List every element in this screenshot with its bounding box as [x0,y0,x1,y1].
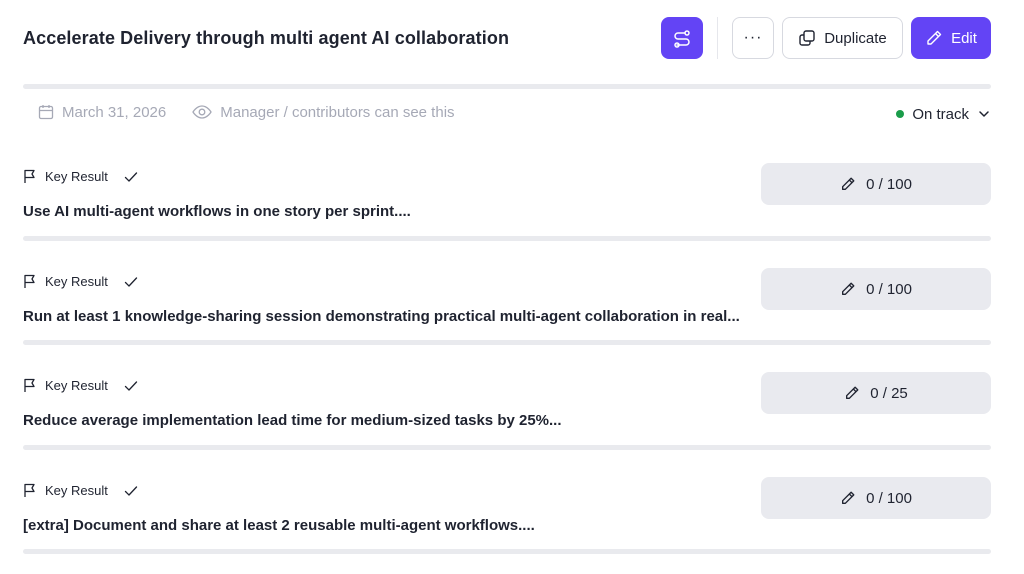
key-result-tag: Key Result [23,274,138,289]
pencil-icon [842,282,855,295]
eye-icon [192,105,212,119]
flag-icon [24,378,35,392]
pencil-icon [842,491,855,504]
duplicate-button[interactable]: Duplicate [782,17,903,59]
progress-value: 0 / 100 [866,489,912,507]
objective-meta: March 31, 2026 Manager / contributors ca… [38,100,455,124]
progress-value: 0 / 25 [870,384,908,402]
actions-divider [717,17,718,59]
key-result-item: Key Result Reduce average implementation… [23,372,991,452]
update-progress-button[interactable]: 0 / 100 [761,163,991,205]
flag-icon [24,483,35,497]
key-result-title[interactable]: Run at least 1 knowledge-sharing session… [23,308,743,325]
update-progress-button[interactable]: 0 / 100 [761,268,991,310]
more-options-button[interactable]: ··· [732,17,774,59]
header-actions: ··· Duplicate Edit [661,17,991,59]
due-date: March 31, 2026 [62,103,167,121]
progress-value: 0 / 100 [866,280,912,298]
status-label: On track [912,105,969,123]
objective-detail-page: Accelerate Delivery through multi agent … [0,0,1024,574]
update-progress-button[interactable]: 0 / 100 [761,477,991,519]
check-icon [124,276,138,287]
key-result-label: Key Result [45,378,108,393]
objective-header: Accelerate Delivery through multi agent … [23,17,991,59]
check-icon [124,485,138,496]
copy-icon [799,30,815,46]
flag-icon [24,169,35,183]
key-result-label: Key Result [45,483,108,498]
key-result-tag: Key Result [23,378,138,393]
key-result-progress-bar [23,236,991,241]
calendar-icon [38,105,54,120]
key-result-label: Key Result [45,274,108,289]
key-result-tag: Key Result [23,483,138,498]
flag-icon [24,274,35,288]
key-result-item: Key Result Use AI multi-agent workflows … [23,163,991,243]
key-result-label: Key Result [45,169,108,184]
status-dropdown[interactable]: On track [896,102,991,126]
check-icon [124,171,138,182]
edit-button[interactable]: Edit [911,17,991,59]
key-result-title[interactable]: Reduce average implementation lead time … [23,412,743,429]
arrows-swap-icon [674,30,690,48]
check-icon [124,380,138,391]
status-dot [896,110,905,118]
key-result-progress-bar [23,445,991,450]
update-progress-button[interactable]: 0 / 25 [761,372,991,414]
visibility-text: Manager / contributors can see this [220,103,455,121]
pencil-icon [842,177,855,190]
key-result-title[interactable]: [extra] Document and share at least 2 re… [23,517,743,534]
progress-value: 0 / 100 [866,175,912,193]
key-result-progress-bar [23,549,991,554]
key-result-tag: Key Result [23,169,138,184]
duplicate-label: Duplicate [824,29,887,47]
align-objectives-button[interactable] [661,17,703,59]
pencil-icon [927,30,942,45]
page-title: Accelerate Delivery through multi agent … [23,27,510,48]
pencil-icon [846,386,859,399]
objective-progress-bar [23,84,991,89]
key-result-title[interactable]: Use AI multi-agent workflows in one stor… [23,203,743,220]
key-result-item: Key Result [extra] Document and share at… [23,477,991,557]
key-result-progress-bar [23,340,991,345]
key-result-item: Key Result Run at least 1 knowledge-shar… [23,268,991,348]
chevron-down-icon [979,111,989,117]
edit-label: Edit [951,29,977,47]
